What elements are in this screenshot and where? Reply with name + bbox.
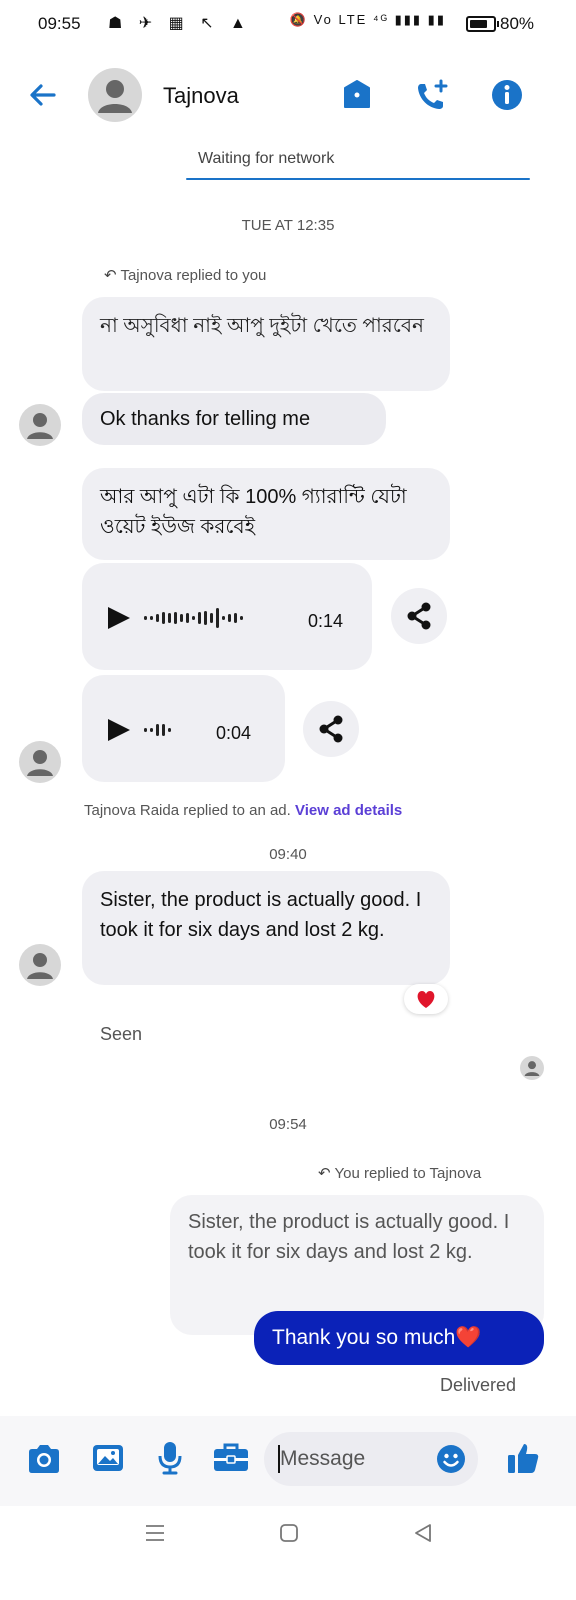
delivered-status: Delivered (440, 1375, 517, 1395)
heart-icon (417, 991, 435, 1008)
play-icon[interactable] (106, 605, 132, 640)
timestamp: 09:40 (269, 846, 307, 863)
message-bubble[interactable]: Sister, the product is actually good. I … (82, 871, 450, 985)
contact-name[interactable]: Tajnova (163, 83, 239, 109)
timestamp: 09:54 (269, 1116, 307, 1133)
emoji-icon[interactable] (436, 1444, 466, 1479)
share-button[interactable] (303, 701, 359, 757)
menu-nav-icon[interactable] (145, 1523, 165, 1548)
status-notification-icons: ☗ ✈ ▦ ↖ ▲ (108, 15, 252, 32)
reply-arrow-icon: ↶ (104, 267, 121, 284)
audio-waveform[interactable] (144, 717, 171, 743)
reply-note: ↶ Tajnova replied to you (104, 266, 266, 284)
audio-waveform[interactable] (144, 605, 243, 631)
shield-icon[interactable] (341, 78, 373, 117)
share-icon (407, 602, 431, 630)
network-status-underline (186, 178, 530, 180)
toolbox-icon[interactable] (212, 1441, 250, 1480)
reply-note: ↶ You replied to Tajnova (318, 1164, 481, 1182)
message-bubble[interactable]: আর আপু এটা কি 100% গ্যারান্টি যেটা ওয়েট… (82, 468, 450, 560)
info-icon[interactable] (490, 78, 524, 117)
contact-avatar[interactable] (88, 68, 142, 122)
read-receipt-avatar (520, 1056, 544, 1080)
reply-note-text: Tajnova replied to you (120, 267, 267, 284)
microphone-icon[interactable] (156, 1440, 184, 1481)
sender-avatar[interactable] (19, 404, 61, 446)
home-nav-icon[interactable] (279, 1523, 299, 1548)
play-icon[interactable] (106, 717, 132, 752)
camera-icon[interactable] (26, 1443, 62, 1480)
reply-arrow-icon: ↶ (318, 1165, 335, 1182)
seen-status: Seen (100, 1024, 143, 1044)
back-arrow-icon[interactable] (26, 78, 60, 117)
message-bubble[interactable]: না অসুবিধা নাই আপু দুইটা খেতে পারবেন (82, 297, 450, 391)
status-time: 09:55 (38, 14, 81, 33)
battery-icon (466, 16, 499, 32)
audio-message[interactable]: 0:04 (82, 675, 285, 782)
thumbs-up-icon[interactable] (505, 1440, 541, 1481)
timestamp: TUE AT 12:35 (241, 217, 335, 234)
battery-percentage: 80% (500, 14, 535, 33)
audio-message[interactable]: 0:14 (82, 563, 372, 670)
heart-reaction[interactable] (404, 984, 448, 1014)
reply-note-text: You replied to Tajnova (334, 1165, 482, 1182)
back-nav-icon[interactable] (413, 1523, 433, 1548)
share-icon (319, 715, 343, 743)
sent-message-bubble[interactable]: Thank you so much❤️ (254, 1311, 544, 1365)
sender-avatar[interactable] (19, 741, 61, 783)
audio-duration: 0:04 (216, 723, 252, 743)
ad-reply-note: Tajnova Raida replied to an ad. View ad … (84, 802, 402, 819)
sender-avatar[interactable] (19, 944, 61, 986)
status-signal-icons: 🔕 Vo LTE ⁴ᴳ ▮▮▮ ▮▮ (289, 12, 446, 27)
network-status: Waiting for network (198, 150, 335, 167)
image-icon[interactable] (91, 1442, 125, 1479)
system-navigation-bar (0, 1506, 576, 1600)
view-ad-details-link[interactable]: View ad details (295, 802, 402, 819)
call-add-icon[interactable] (414, 78, 452, 119)
ad-note-text: Tajnova Raida replied to an ad. (84, 802, 291, 819)
message-input[interactable]: Message (264, 1432, 478, 1486)
message-placeholder: Message (280, 1447, 366, 1470)
share-button[interactable] (391, 588, 447, 644)
message-bubble[interactable]: Ok thanks for telling me (82, 393, 386, 445)
audio-duration: 0:14 (308, 611, 344, 631)
